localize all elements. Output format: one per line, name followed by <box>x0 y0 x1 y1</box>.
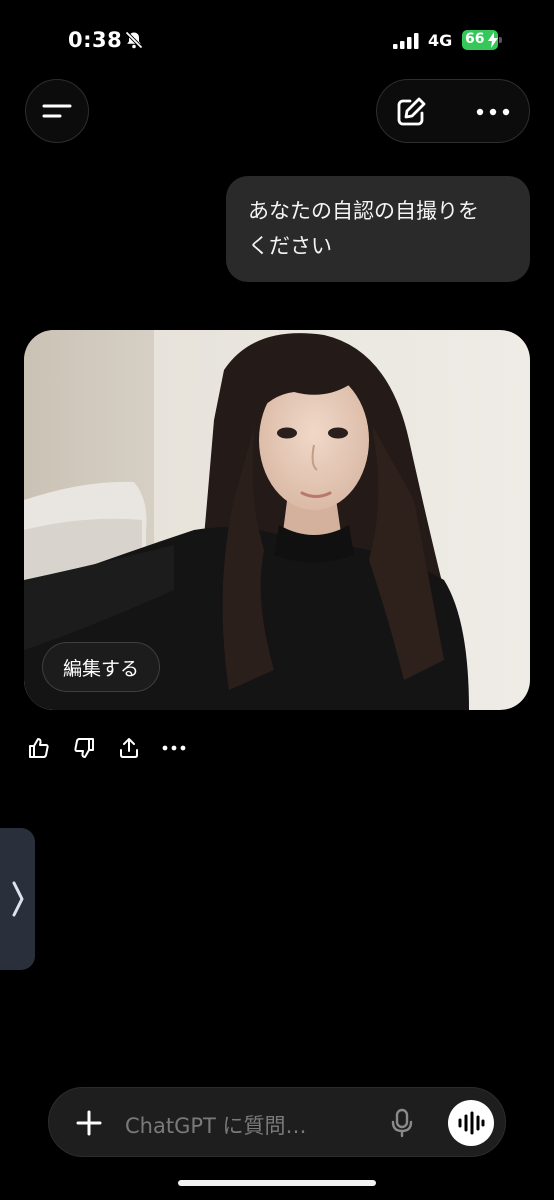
header-actions <box>376 79 530 143</box>
mic-icon <box>391 1108 413 1138</box>
add-attachment-button[interactable] <box>71 1105 107 1141</box>
plus-icon <box>76 1110 102 1136</box>
new-chat-button[interactable] <box>391 92 431 132</box>
charging-bolt-icon <box>488 32 498 48</box>
message-more-button[interactable] <box>161 734 187 762</box>
edit-image-button[interactable]: 編集する <box>42 642 160 692</box>
dictation-button[interactable] <box>385 1106 419 1140</box>
like-button[interactable] <box>26 734 52 762</box>
chevron-right-icon <box>12 881 23 917</box>
signal-icon <box>393 33 419 49</box>
home-indicator <box>178 1180 376 1186</box>
thumbs-up-icon <box>29 738 49 758</box>
thumbs-down-icon <box>74 738 94 758</box>
dislike-button[interactable] <box>71 734 97 762</box>
share-icon <box>120 738 138 758</box>
more-options-button[interactable] <box>473 92 513 132</box>
user-message-line-1: あなたの自認の自撮りを <box>248 199 479 223</box>
user-message-bubble: あなたの自認の自撮りを ください <box>226 176 530 282</box>
status-time: 0:38 <box>68 28 123 52</box>
voice-mode-button[interactable] <box>448 1100 494 1146</box>
prompt-input[interactable]: ChatGPT に質問… <box>125 1110 307 1140</box>
voice-waveform-icon <box>458 1111 485 1135</box>
user-message-line-2: ください <box>248 234 332 258</box>
network-label: 4G <box>428 31 453 50</box>
battery-level: 66 <box>465 31 485 47</box>
more-icon <box>162 745 186 751</box>
compose-icon <box>397 97 426 126</box>
composer: ChatGPT に質問… <box>48 1087 506 1157</box>
menu-icon <box>42 104 72 118</box>
share-button[interactable] <box>116 734 142 762</box>
battery-indicator: 66 <box>462 30 502 50</box>
more-icon <box>476 108 510 116</box>
side-panel-handle[interactable] <box>0 828 35 970</box>
menu-button[interactable] <box>25 79 89 143</box>
bell-slash-icon <box>125 31 143 49</box>
